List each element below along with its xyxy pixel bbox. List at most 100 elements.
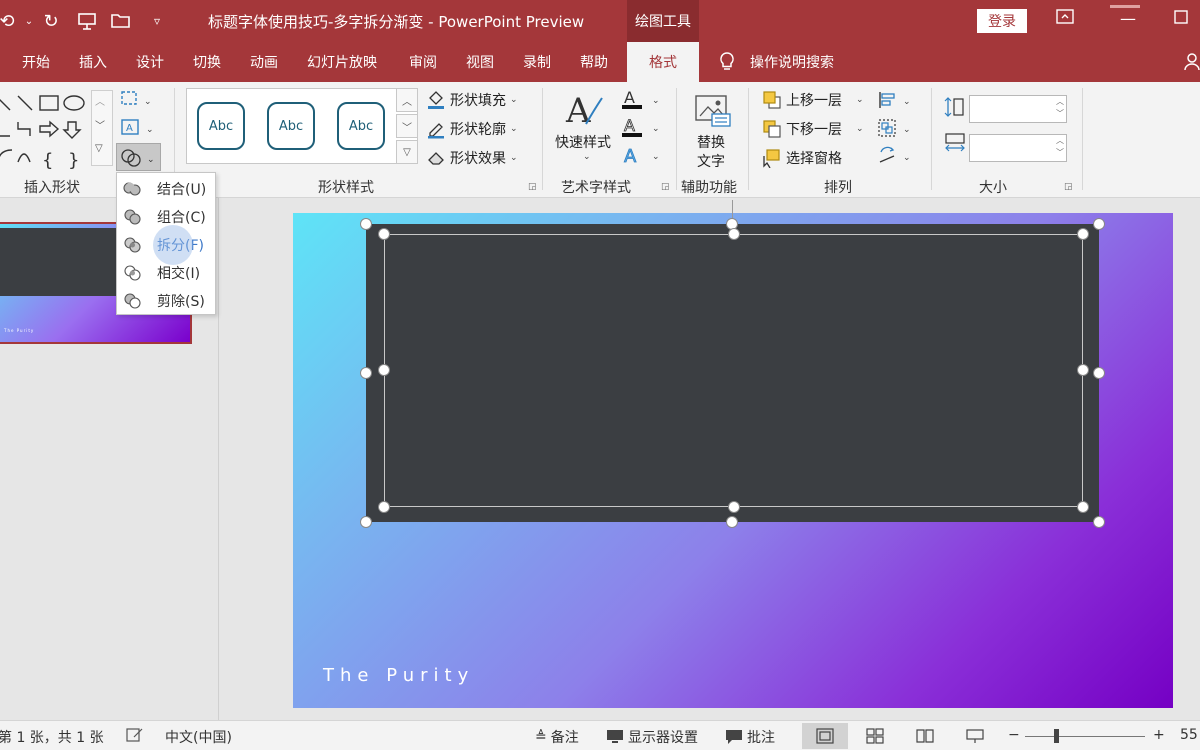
width-spinner-icon[interactable]: ︿ ﹀	[1056, 135, 1064, 159]
inner-handle-w[interactable]	[378, 364, 390, 376]
wordart-launcher-icon[interactable]: ◲	[661, 182, 670, 192]
inner-handle-n[interactable]	[728, 228, 740, 240]
style-preset-1[interactable]: Abc	[197, 102, 245, 150]
resize-handle-w[interactable]	[360, 367, 372, 379]
shape-styles-launcher-icon[interactable]: ◲	[528, 182, 537, 192]
inner-shape-selection[interactable]	[384, 234, 1083, 507]
tab-home[interactable]: 开始	[22, 42, 50, 82]
resize-handle-sw[interactable]	[360, 516, 372, 528]
tab-animations[interactable]: 动画	[250, 42, 278, 82]
tab-slideshow[interactable]: 幻灯片放映	[307, 42, 377, 82]
tell-me-search[interactable]: 操作说明搜索	[750, 42, 834, 82]
open-icon[interactable]	[108, 8, 134, 34]
comments-button[interactable]: 批注	[725, 727, 775, 747]
lightbulb-icon[interactable]	[718, 42, 736, 82]
text-fill-icon[interactable]: A ⌄	[620, 88, 664, 114]
quick-styles-label[interactable]: 快速样式	[555, 132, 611, 152]
normal-view-icon[interactable]	[802, 723, 848, 749]
login-button[interactable]: 登录	[977, 9, 1027, 33]
text-effects-icon[interactable]: A ⌄	[620, 144, 664, 170]
height-spinner-icon[interactable]: ︿ ﹀	[1056, 96, 1064, 120]
resize-handle-se[interactable]	[1093, 516, 1105, 528]
status-bar: 第 1 张，共 1 张 中文(中国) ≜ 备注 显示器设置 批注 − + 55	[0, 720, 1200, 750]
inner-handle-e[interactable]	[1077, 364, 1089, 376]
tab-review[interactable]: 审阅	[409, 42, 437, 82]
inner-handle-se[interactable]	[1077, 501, 1089, 513]
resize-handle-s[interactable]	[726, 516, 738, 528]
gallery-scroll-down[interactable]: ﹀	[396, 114, 418, 138]
inner-handle-s[interactable]	[728, 501, 740, 513]
gallery-more[interactable]: ▽	[396, 140, 418, 164]
alt-text-label-1[interactable]: 替换	[697, 132, 725, 152]
display-settings-button[interactable]: 显示器设置	[606, 727, 698, 747]
selection-pane-button[interactable]: 选择窗格	[762, 148, 842, 168]
language-indicator[interactable]: 中文(中国)	[165, 727, 232, 747]
merge-shapes-button[interactable]: ⌄	[116, 143, 161, 171]
alt-text-label-2[interactable]: 文字	[697, 151, 725, 171]
style-preset-3[interactable]: Abc	[337, 102, 385, 150]
shape-outline-button[interactable]: 形状轮廓 ⌄	[426, 119, 518, 139]
gallery-scroll-up[interactable]: ︿	[396, 88, 418, 112]
size-launcher-icon[interactable]: ◲	[1064, 182, 1073, 192]
resize-handle-nw[interactable]	[360, 218, 372, 230]
thumbnail-text: The Purity	[4, 328, 35, 333]
tab-help[interactable]: 帮助	[580, 42, 608, 82]
notes-button[interactable]: ≜ 备注	[535, 727, 579, 747]
redo-icon[interactable]: ↻	[38, 8, 64, 34]
zoom-slider[interactable]	[1025, 736, 1145, 737]
text-outline-icon[interactable]: A ⌄	[620, 116, 664, 142]
present-icon[interactable]	[74, 8, 100, 34]
reading-view-icon[interactable]	[902, 723, 948, 749]
spellcheck-icon[interactable]	[126, 727, 144, 743]
inner-handle-ne[interactable]	[1077, 228, 1089, 240]
slide-sorter-icon[interactable]	[852, 723, 898, 749]
tab-record[interactable]: 录制	[523, 42, 551, 82]
maximize-icon[interactable]	[1174, 9, 1188, 28]
quick-styles-caret-icon[interactable]: ⌄	[583, 152, 591, 162]
slideshow-view-icon[interactable]	[952, 723, 998, 749]
tab-insert[interactable]: 插入	[79, 42, 107, 82]
inner-handle-sw[interactable]	[378, 501, 390, 513]
tab-design[interactable]: 设计	[136, 42, 164, 82]
paint-bucket-icon	[428, 91, 444, 109]
shape-effects-button[interactable]: 形状效果 ⌄	[426, 148, 518, 168]
size-label: 大小	[979, 180, 1007, 196]
shape-height-input[interactable]: ︿ ﹀	[969, 95, 1067, 123]
customize-icon[interactable]: ▿	[144, 8, 170, 34]
resize-handle-e[interactable]	[1093, 367, 1105, 379]
tab-transitions[interactable]: 切换	[193, 42, 221, 82]
window-indicator	[1110, 5, 1140, 8]
zoom-in-icon[interactable]: +	[1153, 727, 1165, 743]
group-objects-icon[interactable]: ⌄	[877, 118, 913, 142]
minimize-icon[interactable]: —	[1120, 9, 1136, 28]
send-backward-label: 下移一层	[786, 122, 842, 138]
style-preset-2[interactable]: Abc	[267, 102, 315, 150]
slide-title-text[interactable]: The Purity	[323, 665, 474, 686]
resize-handle-ne[interactable]	[1093, 218, 1105, 230]
zoom-out-icon[interactable]: −	[1008, 727, 1020, 743]
subtract-label: 剪除(S)	[157, 294, 205, 310]
menu-item-union[interactable]: 结合(U)	[117, 175, 215, 203]
svg-text:⌄: ⌄	[147, 155, 155, 165]
svg-text:A: A	[624, 88, 635, 107]
zoom-slider-thumb[interactable]	[1054, 729, 1059, 743]
text-box-icon[interactable]: A ⌄	[120, 116, 156, 142]
shape-width-input[interactable]: ︿ ﹀	[969, 134, 1067, 162]
share-user-icon[interactable]	[1184, 42, 1200, 82]
shape-fill-button[interactable]: 形状填充 ⌄	[426, 90, 518, 110]
inner-handle-nw[interactable]	[378, 228, 390, 240]
tab-view[interactable]: 视图	[466, 42, 494, 82]
align-icon[interactable]: ⌄	[877, 90, 913, 114]
send-backward-button[interactable]: 下移一层 ⌄	[762, 119, 864, 139]
svg-text:⌄: ⌄	[903, 125, 911, 135]
shape-gallery-scroll[interactable]: ︿ ﹀ ▽	[91, 90, 113, 166]
wordart-quick-styles-icon[interactable]: A	[562, 90, 606, 134]
rotate-icon[interactable]: ⌄	[877, 146, 913, 170]
menu-item-subtract[interactable]: 剪除(S)	[117, 287, 215, 315]
ribbon-display-icon[interactable]	[1056, 9, 1074, 29]
zoom-level[interactable]: 55	[1180, 727, 1198, 743]
bring-forward-button[interactable]: 上移一层 ⌄	[762, 90, 864, 110]
edit-shape-icon[interactable]: ⌄	[120, 88, 156, 114]
tab-format[interactable]: 格式	[627, 42, 699, 82]
alt-text-icon[interactable]	[694, 94, 732, 132]
